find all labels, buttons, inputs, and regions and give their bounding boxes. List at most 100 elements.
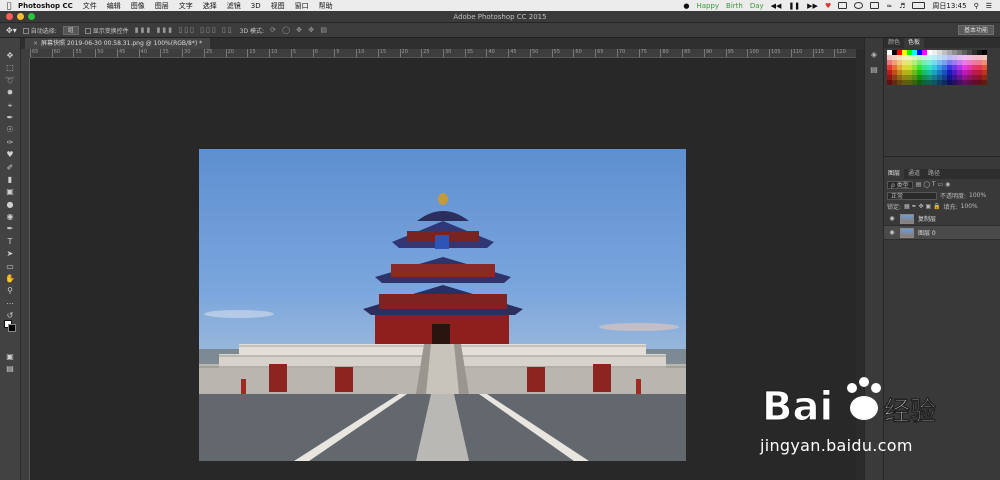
- ruler-tick: 15: [377, 49, 386, 57]
- layer-row-copy[interactable]: ◉ 复制层: [884, 212, 1000, 226]
- tab-swatches[interactable]: 色板: [904, 38, 925, 48]
- menu-image[interactable]: 图像: [131, 1, 145, 11]
- auto-select-checkbox[interactable]: 自动选择:: [22, 26, 57, 35]
- screen-mode-icon[interactable]: ▤: [4, 363, 17, 375]
- quick-select-icon[interactable]: ✸: [4, 87, 17, 99]
- tab-layers[interactable]: 图层: [884, 169, 905, 179]
- close-button[interactable]: [6, 13, 13, 20]
- eyedropper-icon[interactable]: ✒: [4, 112, 17, 124]
- history-icon[interactable]: ◈: [865, 50, 883, 59]
- menu-type[interactable]: 文字: [179, 1, 193, 11]
- gradient-icon[interactable]: ▣: [4, 186, 17, 198]
- healing-brush-icon[interactable]: ☉: [4, 124, 17, 136]
- quick-mask-icon[interactable]: ▣: [4, 351, 17, 363]
- dodge-icon[interactable]: ◉: [4, 211, 17, 223]
- lasso-icon[interactable]: ➰: [4, 75, 17, 87]
- blur-icon[interactable]: ●: [4, 199, 17, 211]
- menu-window[interactable]: 窗口: [295, 1, 309, 11]
- document-tab[interactable]: × 屏幕快照 2019-06-30 00.58.31.png @ 100%(RGB…: [25, 38, 211, 49]
- menu-view[interactable]: 视图: [271, 1, 285, 11]
- apple-logo-icon[interactable]: : [0, 1, 18, 10]
- blend-row: 正常 不透明度: 100%: [884, 190, 1000, 201]
- horizontal-ruler[interactable]: 65 60 55 50 45 40 35 30 25 20 15 10 5 0 5 10 15 20 25 30 35 4…: [30, 49, 856, 58]
- ruler-tick: 60: [573, 49, 582, 57]
- tab-paths[interactable]: 路径: [924, 169, 944, 179]
- display-icon[interactable]: [870, 2, 880, 9]
- tab-channels[interactable]: 通道: [904, 169, 924, 179]
- properties-icon[interactable]: ▤: [865, 65, 883, 74]
- zoom-button[interactable]: [28, 13, 35, 20]
- heart-icon[interactable]: ♥: [825, 2, 831, 10]
- eye-icon[interactable]: ◉: [888, 215, 896, 222]
- app-menu[interactable]: Photoshop CC: [18, 2, 73, 10]
- close-tab-icon[interactable]: ×: [33, 40, 38, 47]
- menu-layer[interactable]: 图层: [155, 1, 169, 11]
- marquee-icon[interactable]: ⬚: [4, 62, 17, 74]
- background-color-swatch[interactable]: [8, 324, 16, 332]
- volume-icon[interactable]: ♬: [899, 2, 905, 10]
- filter-icons[interactable]: ▤ ◯ T ▭ ◉: [916, 181, 951, 188]
- show-transform-checkbox[interactable]: 显示变换控件: [84, 26, 129, 35]
- vertical-ruler[interactable]: [21, 58, 30, 480]
- eraser-icon[interactable]: ▮: [4, 174, 17, 186]
- history-brush-icon[interactable]: ✐: [4, 162, 17, 174]
- layer-name[interactable]: 复制层: [918, 214, 936, 223]
- previous-track-icon[interactable]: ◀◀: [771, 2, 782, 10]
- qq-icon[interactable]: ●: [683, 2, 689, 10]
- document-image[interactable]: [199, 149, 686, 461]
- battery-icon[interactable]: [912, 2, 926, 9]
- color-swatch[interactable]: [982, 80, 987, 85]
- screen-icon[interactable]: [838, 2, 848, 9]
- layer-row-base[interactable]: ◉ 图层 0: [884, 226, 1000, 240]
- path-select-icon[interactable]: ➤: [4, 248, 17, 260]
- swatch-grid[interactable]: [884, 48, 1000, 87]
- clock-text[interactable]: 周日13:45: [932, 1, 966, 11]
- menu-help[interactable]: 帮助: [319, 1, 333, 11]
- hand-icon[interactable]: ✋: [4, 273, 17, 285]
- ruler-tick: 25: [203, 49, 212, 57]
- layer-thumbnail: [900, 213, 914, 224]
- document-tab-bar: × 屏幕快照 2019-06-30 00.58.31.png @ 100%(RGB…: [21, 38, 864, 49]
- menu-edit[interactable]: 编辑: [107, 1, 121, 11]
- shape-icon[interactable]: ▭: [4, 261, 17, 273]
- move-icon[interactable]: ✥: [4, 50, 17, 62]
- next-track-icon[interactable]: ▶▶: [807, 2, 818, 10]
- eye-icon[interactable]: ◉: [888, 229, 896, 236]
- type-icon[interactable]: T: [4, 236, 17, 248]
- auto-select-dropdown[interactable]: 组: [62, 25, 79, 35]
- search-icon[interactable]: ⚲: [974, 2, 979, 10]
- ruler-tick: 45: [508, 49, 517, 57]
- ruler-tick: 5: [290, 49, 296, 57]
- ruler-tick: 25: [421, 49, 430, 57]
- ruler-tick: 20: [399, 49, 408, 57]
- opacity-value[interactable]: 100%: [969, 192, 986, 199]
- blend-mode-dropdown[interactable]: 正常: [887, 191, 937, 200]
- more-tools-icon[interactable]: ⋯: [4, 298, 17, 310]
- wifi-icon[interactable]: ≈: [886, 2, 892, 10]
- layers-panel-tabs: 图层 通道 路径: [884, 169, 1000, 179]
- menu-file[interactable]: 文件: [83, 1, 97, 11]
- workspace-dropdown[interactable]: 基本功能: [957, 25, 994, 35]
- align-icons[interactable]: ▮▮▮ ▮▮▮ ▯▯▯ ▯▯▯ ▯▯: [135, 26, 234, 34]
- move-tool-icon[interactable]: ✥▾: [6, 26, 17, 35]
- layer-kind-filter[interactable]: ρ 类型: [887, 180, 913, 189]
- layer-name[interactable]: 图层 0: [918, 228, 936, 237]
- menu-3d[interactable]: 3D: [251, 2, 261, 10]
- crop-icon[interactable]: ⌖: [4, 100, 17, 112]
- ruler-origin[interactable]: [21, 49, 30, 58]
- menu-select[interactable]: 选择: [203, 1, 217, 11]
- sync-icon[interactable]: [854, 2, 864, 9]
- stamp-icon[interactable]: ♥: [4, 149, 17, 161]
- pause-icon[interactable]: ❚❚: [788, 2, 800, 10]
- 3d-mode-icons[interactable]: ⟳ ◯ ✥ ✥ ▤: [270, 26, 329, 34]
- minimize-button[interactable]: [17, 13, 24, 20]
- baidu-jingyan-logo: Bai 经验: [762, 377, 936, 431]
- fill-value[interactable]: 100%: [961, 203, 978, 210]
- zoom-icon[interactable]: ⚲: [4, 285, 17, 297]
- menu-filter[interactable]: 滤镜: [227, 1, 241, 11]
- brush-icon[interactable]: ✑: [4, 137, 17, 149]
- menu-list-icon[interactable]: ☰: [986, 2, 992, 10]
- tab-color[interactable]: 颜色: [884, 38, 904, 48]
- lock-icons[interactable]: ▦ ✒ ✥ ▣ 🔒: [904, 203, 941, 210]
- pen-icon[interactable]: ✒: [4, 223, 17, 235]
